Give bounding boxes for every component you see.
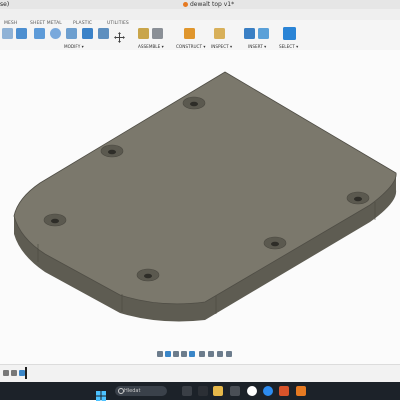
tab-plastic[interactable]: PLASTIC bbox=[73, 21, 92, 26]
timeline-prev-icon[interactable] bbox=[11, 370, 17, 376]
tab-sheet-metal[interactable]: SHEET METAL bbox=[30, 21, 62, 26]
navigation-bar bbox=[155, 350, 245, 360]
hole-4 bbox=[346, 191, 370, 205]
hole-1 bbox=[182, 96, 206, 110]
hole-5 bbox=[263, 236, 287, 250]
display-settings-icon[interactable] bbox=[199, 351, 205, 357]
hole-2 bbox=[100, 144, 124, 158]
undo-icon[interactable] bbox=[2, 28, 13, 39]
new-component-icon[interactable] bbox=[138, 28, 149, 39]
window-title-fragment: se) bbox=[0, 1, 10, 8]
fusion-taskbar-icon[interactable] bbox=[296, 386, 306, 396]
press-pull-icon[interactable] bbox=[34, 28, 45, 39]
insert-derive-icon[interactable] bbox=[244, 28, 255, 39]
combine-icon[interactable] bbox=[98, 28, 109, 39]
viewport-canvas[interactable] bbox=[0, 50, 400, 368]
fillet-icon[interactable] bbox=[50, 28, 61, 39]
chrome-icon[interactable] bbox=[247, 386, 257, 396]
joint-icon[interactable] bbox=[152, 28, 163, 39]
zoom-icon[interactable] bbox=[181, 351, 187, 357]
widgets-icon[interactable] bbox=[198, 386, 208, 396]
offset-plane-icon[interactable] bbox=[184, 28, 195, 39]
look-at-icon[interactable] bbox=[165, 351, 171, 357]
task-view-icon[interactable] bbox=[182, 386, 192, 396]
select-cursor-icon[interactable] bbox=[283, 27, 296, 40]
move-icon[interactable] bbox=[16, 28, 27, 39]
file-explorer-icon[interactable] bbox=[213, 386, 223, 396]
windows-start-icon[interactable] bbox=[96, 386, 106, 401]
group-inspect[interactable]: INSPECT ▾ bbox=[211, 44, 232, 49]
group-modify[interactable]: MODIFY ▾ bbox=[64, 44, 84, 49]
fit-icon[interactable] bbox=[189, 351, 195, 357]
plate-model[interactable] bbox=[0, 50, 400, 368]
insert-image-icon[interactable] bbox=[258, 28, 269, 39]
group-select[interactable]: SELECT ▾ bbox=[279, 44, 298, 49]
move-arrows-icon[interactable] bbox=[114, 28, 125, 43]
fusion-logo-icon bbox=[183, 2, 188, 7]
timeline-first-icon[interactable] bbox=[3, 370, 9, 376]
pan-icon[interactable] bbox=[173, 351, 179, 357]
app-icon[interactable] bbox=[230, 386, 240, 396]
tab-mesh[interactable]: MESH bbox=[4, 21, 17, 26]
orbit-icon[interactable] bbox=[157, 351, 163, 357]
group-assemble[interactable]: ASSEMBLE ▾ bbox=[138, 44, 164, 49]
toolbar-ribbon: MESH SHEET METAL PLASTIC UTILITIES MODIF… bbox=[0, 20, 400, 51]
timeline-bar bbox=[0, 364, 400, 383]
group-insert[interactable]: INSERT ▾ bbox=[248, 44, 266, 49]
chamfer-icon[interactable] bbox=[66, 28, 77, 39]
app-red-icon[interactable] bbox=[279, 386, 289, 396]
search-placeholder: Hledat bbox=[124, 388, 141, 394]
timeline-marker[interactable] bbox=[25, 367, 27, 379]
document-title: dewalt top v1* bbox=[183, 0, 234, 9]
grid-settings-icon[interactable] bbox=[208, 351, 214, 357]
group-construct[interactable]: CONSTRUCT ▾ bbox=[176, 44, 205, 49]
environment-icon[interactable] bbox=[226, 351, 232, 357]
hole-6 bbox=[136, 268, 160, 282]
hole-3 bbox=[43, 213, 67, 227]
document-title-text: dewalt top v1* bbox=[190, 1, 235, 8]
measure-icon[interactable] bbox=[214, 28, 225, 39]
edge-icon[interactable] bbox=[263, 386, 273, 396]
taskbar-search-input[interactable]: Hledat bbox=[115, 386, 167, 396]
tab-utilities[interactable]: UTILITIES bbox=[107, 21, 129, 26]
viewports-icon[interactable] bbox=[217, 351, 223, 357]
shell-icon[interactable] bbox=[82, 28, 93, 39]
